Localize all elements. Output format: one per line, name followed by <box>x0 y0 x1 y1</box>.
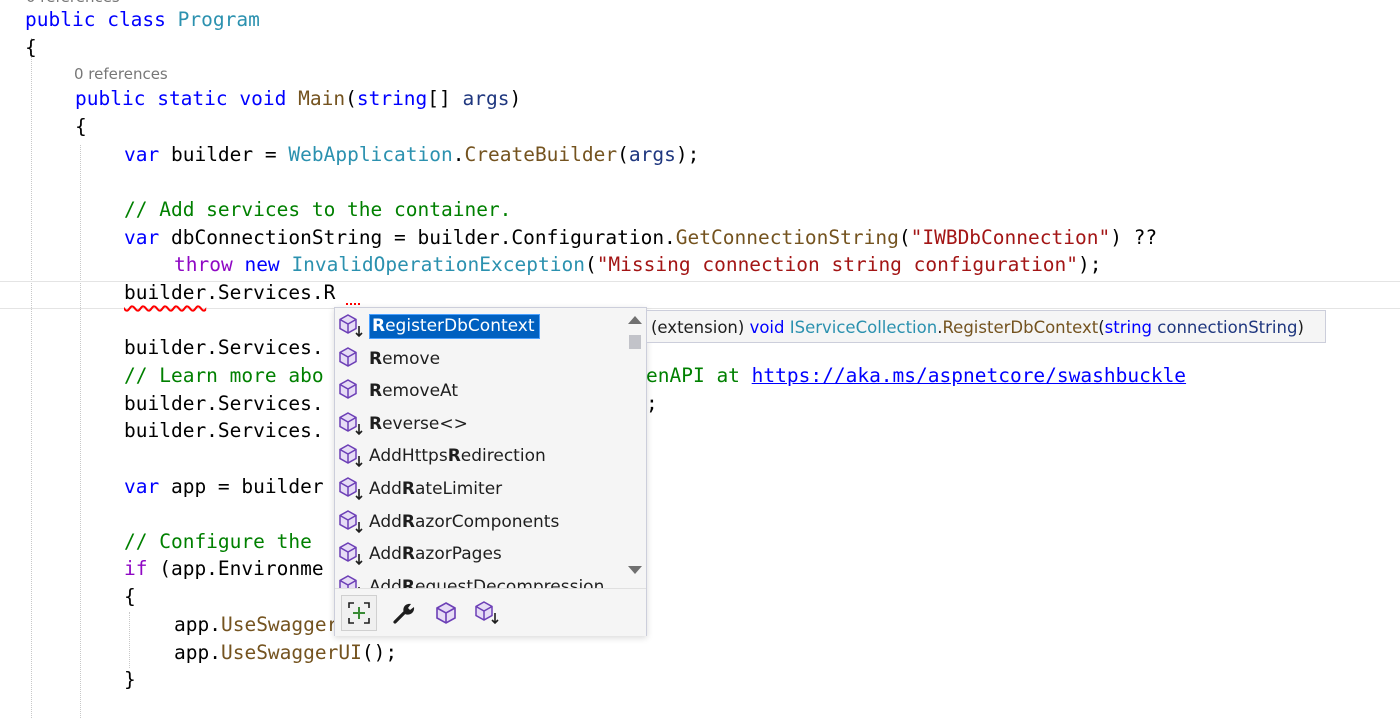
completion-item-label: Remove <box>369 348 441 369</box>
completion-item[interactable]: RegisterDbContext <box>335 310 622 342</box>
extension-method-icon <box>335 473 369 505</box>
code-line: var builder = WebApplication.CreateBuild… <box>124 143 700 166</box>
code-line: app.UseSwaggerUI(); <box>174 641 398 664</box>
extension-method-icon <box>335 506 369 538</box>
completion-item-label: AddRequestDecompression <box>369 576 605 588</box>
code-line: builder.Services. <box>124 392 324 415</box>
codelens-references[interactable]: 0 references <box>74 63 168 85</box>
completion-list[interactable]: RegisterDbContext Remove RemoveAt Reverse<>… <box>335 308 622 588</box>
code-line: { <box>124 585 136 608</box>
completion-filter-bar <box>335 588 646 636</box>
completion-item[interactable]: AddRazorComponents <box>335 506 622 538</box>
code-line: app.UseSwagger <box>174 613 339 636</box>
scroll-down-icon[interactable] <box>628 566 642 574</box>
code-comment: // Configure the <box>124 530 312 553</box>
indent-guide <box>80 145 81 718</box>
completion-item[interactable]: AddRequestDecompression <box>335 571 622 588</box>
code-comment: // Add services to the container. <box>124 198 512 221</box>
code-line: builder.Services. <box>124 419 324 442</box>
code-comment-tail: enAPI at https://aka.ms/aspnetcore/swash… <box>646 364 1187 387</box>
code-line-current[interactable]: builder.Services.R <box>124 279 335 307</box>
extension-method-icon <box>335 538 369 570</box>
completion-item[interactable]: AddHttpsRedirection <box>335 440 622 472</box>
error-squiggle-marker <box>346 297 360 305</box>
wrench-icon <box>393 603 415 624</box>
completion-item-label: AddHttpsRedirection <box>369 446 546 467</box>
completion-item[interactable]: RemoveAt <box>335 375 622 407</box>
extension-method-icon <box>335 408 369 440</box>
swashbuckle-link[interactable]: https://aka.ms/aspnetcore/swashbuckle <box>752 364 1186 387</box>
code-line: { <box>25 36 37 59</box>
code-line-tail: ; <box>646 392 658 415</box>
extension-method-icon <box>335 440 369 472</box>
code-line: var app = builder <box>124 475 324 498</box>
completion-item[interactable]: AddRateLimiter <box>335 473 622 505</box>
code-comment: // Learn more abo <box>124 364 324 387</box>
code-line: } <box>124 668 136 691</box>
extension-method-icon <box>335 310 369 342</box>
completion-item-label: RemoveAt <box>369 381 459 402</box>
code-line: var dbConnectionString = builder.Configu… <box>124 226 1158 249</box>
indent-guide <box>129 612 130 668</box>
filter-methods-button[interactable] <box>426 595 466 631</box>
completion-item[interactable]: Reverse<> <box>335 408 622 440</box>
indent-guide <box>31 38 32 718</box>
filter-extension-methods-button[interactable] <box>468 595 508 631</box>
code-line: public static void Main(string[] args) <box>75 87 522 110</box>
completion-item-label: AddRazorPages <box>369 544 502 565</box>
completion-item[interactable]: AddRazorPages <box>335 538 622 570</box>
code-editor[interactable]: 0 references public class Program { 0 re… <box>0 0 1400 718</box>
method-cube-icon <box>335 375 369 407</box>
intellisense-popup[interactable]: RegisterDbContext Remove RemoveAt Reverse<>… <box>334 307 647 636</box>
scroll-up-icon[interactable] <box>628 316 642 324</box>
method-cube-icon <box>335 343 369 375</box>
completion-scrollbar[interactable] <box>624 308 646 588</box>
scrollbar-thumb[interactable] <box>629 335 641 349</box>
expand-filter-icon <box>348 601 370 624</box>
completion-item-label: AddRateLimiter <box>369 479 503 499</box>
error-squiggle: builder <box>124 281 207 304</box>
completion-item-label: RegisterDbContext <box>369 313 540 339</box>
completion-item[interactable]: Remove <box>335 343 622 375</box>
code-line: if (app.Environme <box>124 557 324 580</box>
code-line: builder.Services. <box>124 336 324 359</box>
code-line: { <box>75 115 87 138</box>
code-line: public class Program <box>25 8 260 31</box>
extension-method-icon <box>335 571 369 588</box>
extension-method-icon <box>475 600 499 624</box>
completion-item-label: AddRazorComponents <box>369 511 560 532</box>
code-line: throw new InvalidOperationException("Mis… <box>174 253 1102 276</box>
quickinfo-tooltip: (extension) void IServiceCollection.Regi… <box>646 310 1326 343</box>
method-cube-icon <box>436 601 456 624</box>
filter-snippets-button[interactable] <box>384 595 424 631</box>
expand-filter-button[interactable] <box>341 594 377 631</box>
completion-item-label: Reverse<> <box>369 413 468 434</box>
